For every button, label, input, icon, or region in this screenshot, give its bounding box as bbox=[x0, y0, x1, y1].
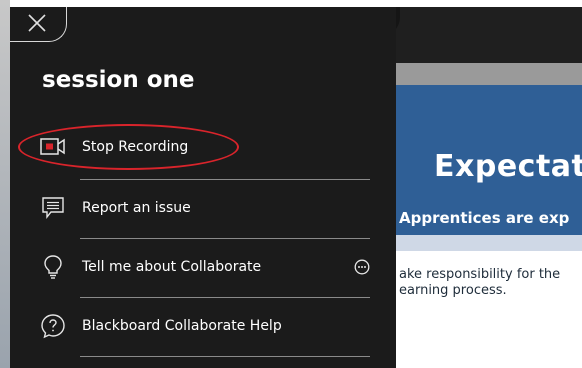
stop-recording-item[interactable]: Stop Recording bbox=[36, 118, 370, 176]
help-icon bbox=[40, 313, 66, 339]
record-icon bbox=[40, 134, 66, 160]
menu-divider bbox=[80, 356, 370, 357]
menu-item-label: Blackboard Collaborate Help bbox=[82, 318, 282, 334]
menu-item-label: Tell me about Collaborate bbox=[82, 259, 262, 275]
menu-item-label: Stop Recording bbox=[82, 139, 189, 155]
report-issue-item[interactable]: Report an issue bbox=[36, 179, 370, 237]
session-menu-panel: session one Stop Recording Report an iss… bbox=[10, 7, 396, 368]
close-menu-button[interactable] bbox=[10, 7, 67, 42]
menu-item-label: Report an issue bbox=[82, 200, 191, 216]
close-icon bbox=[28, 14, 46, 32]
tell-me-about-item[interactable]: Tell me about Collaborate bbox=[36, 238, 370, 296]
slide-body: ake responsibility for the earning proce… bbox=[399, 267, 560, 299]
lightbulb-icon bbox=[40, 254, 66, 280]
collaborate-window: Expectat Apprentices are exp ake respons… bbox=[10, 7, 582, 368]
slide-title: Expectat bbox=[434, 149, 582, 184]
slide-body-line: earning process. bbox=[399, 283, 507, 298]
chat-report-icon bbox=[40, 195, 66, 221]
session-title: session one bbox=[42, 67, 195, 93]
more-options-icon[interactable] bbox=[354, 259, 370, 275]
slide-body-line: ake responsibility for the bbox=[399, 267, 561, 282]
collaborate-help-item[interactable]: Blackboard Collaborate Help bbox=[36, 297, 370, 355]
slide-subtitle: Apprentices are exp bbox=[399, 209, 570, 227]
desktop-edge bbox=[0, 0, 10, 368]
